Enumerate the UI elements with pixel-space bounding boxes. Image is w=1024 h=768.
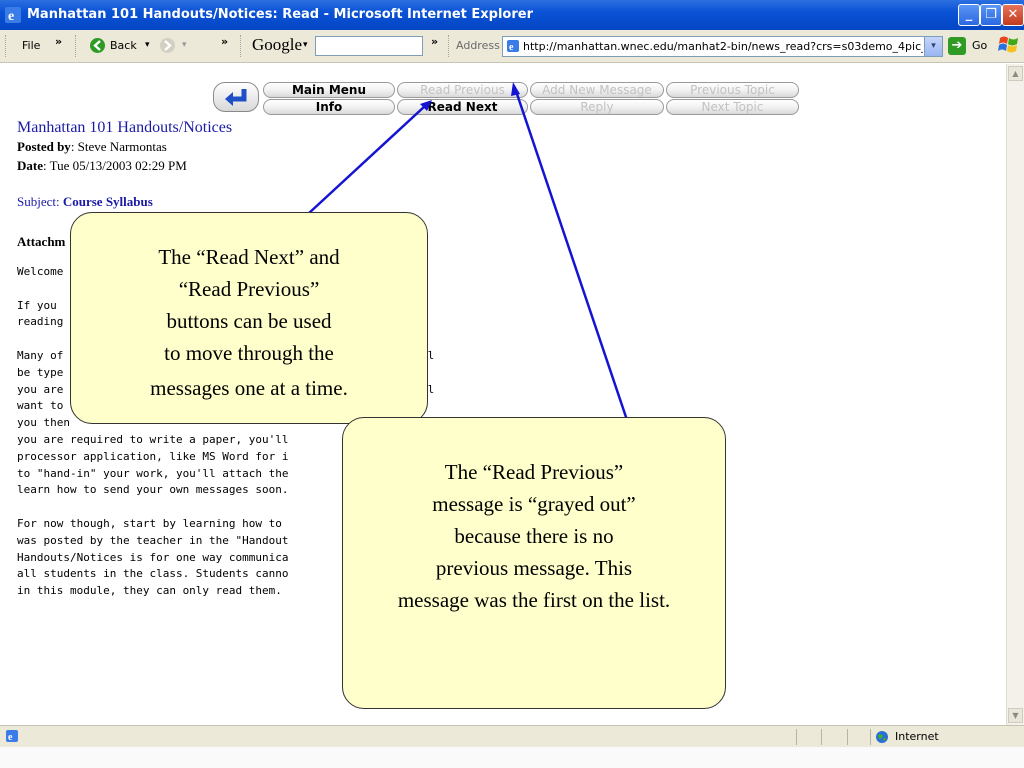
status-divider: [847, 729, 848, 745]
back-dropdown-icon[interactable]: ▾: [145, 40, 150, 50]
callout-line: buttons can be used: [166, 309, 332, 333]
scroll-down-icon[interactable]: ▼: [1008, 708, 1023, 723]
windows-logo-icon: [998, 36, 1018, 53]
svg-text:e: e: [8, 732, 13, 743]
status-divider: [821, 729, 822, 745]
callout-line: because there is no: [454, 524, 614, 548]
go-arrow-icon[interactable]: ➔: [948, 37, 966, 55]
window-title: Manhattan 101 Handouts/Notices: Read - M…: [27, 7, 534, 22]
title-bar: e Manhattan 101 Handouts/Notices: Read -…: [0, 0, 1024, 30]
minimize-button[interactable]: _: [958, 4, 980, 26]
callout-line: previous message. This: [435, 556, 633, 580]
back-arrow-icon[interactable]: [90, 38, 105, 53]
address-url[interactable]: http://manhattan.wnec.edu/manhat2-bin/ne…: [523, 40, 923, 53]
callout-line: “Read Previous”: [178, 277, 320, 301]
svg-text:e: e: [8, 9, 14, 24]
callout-line: message was the first on the list.: [397, 588, 671, 612]
file-menu[interactable]: File: [22, 39, 40, 52]
forward-dropdown-icon[interactable]: ▾: [182, 40, 187, 50]
internet-explorer-icon: e: [5, 7, 21, 24]
toolbar-grip: [240, 35, 243, 57]
back-button[interactable]: Back: [110, 39, 137, 52]
status-divider: [796, 729, 797, 745]
callout-line: messages one at a time.: [150, 376, 348, 400]
address-field[interactable]: e http://manhattan.wnec.edu/manhat2-bin/…: [502, 36, 943, 57]
status-divider: [870, 729, 871, 745]
toolbar: File » Back ▾ ▾ » Google ▾ » Address e h…: [0, 30, 1024, 63]
toolbar-more-chevron-icon[interactable]: »: [221, 35, 228, 48]
page-content: Main Menu Info Read Previous Read Next A…: [0, 64, 1006, 725]
read-previous-arrowhead: [511, 82, 520, 96]
address-dropdown-icon[interactable]: ▾: [924, 37, 942, 56]
page-icon: e: [507, 40, 519, 53]
callout-line: The “Read Previous”: [444, 460, 624, 484]
status-bar: e Internet: [0, 725, 1024, 747]
go-button[interactable]: Go: [972, 39, 987, 52]
maximize-button[interactable]: ❐: [980, 4, 1002, 26]
read-next-callout: The “Read Next” and “Read Previous” butt…: [70, 212, 428, 424]
close-button[interactable]: ✕: [1002, 4, 1024, 26]
toolbar-grip: [75, 35, 78, 57]
callout-line: message is “grayed out”: [432, 492, 636, 516]
bottom-strip: [0, 747, 1024, 768]
address-label: Address: [456, 39, 500, 52]
read-previous-arrow: [514, 90, 629, 421]
callout-line: The “Read Next” and: [158, 245, 340, 269]
security-zone: Internet: [895, 730, 939, 743]
callout-line: to move through the: [164, 341, 334, 365]
google-logo[interactable]: Google: [252, 35, 302, 55]
menu-chevron-icon[interactable]: »: [55, 35, 62, 48]
read-next-arrow: [307, 105, 426, 215]
google-dropdown-icon[interactable]: ▾: [303, 40, 308, 50]
globe-icon: [876, 731, 888, 743]
vertical-scrollbar[interactable]: ▲ ▼: [1006, 64, 1024, 725]
google-search-input[interactable]: [315, 36, 423, 56]
google-more-chevron-icon[interactable]: »: [431, 35, 438, 48]
read-previous-callout: The “Read Previous” message is “grayed o…: [342, 417, 726, 709]
toolbar-grip: [448, 35, 451, 57]
scroll-up-icon[interactable]: ▲: [1008, 66, 1023, 81]
forward-arrow-icon[interactable]: [160, 38, 175, 53]
page-status-icon: e: [6, 730, 18, 743]
toolbar-grip[interactable]: [5, 35, 8, 57]
svg-text:e: e: [509, 42, 514, 53]
